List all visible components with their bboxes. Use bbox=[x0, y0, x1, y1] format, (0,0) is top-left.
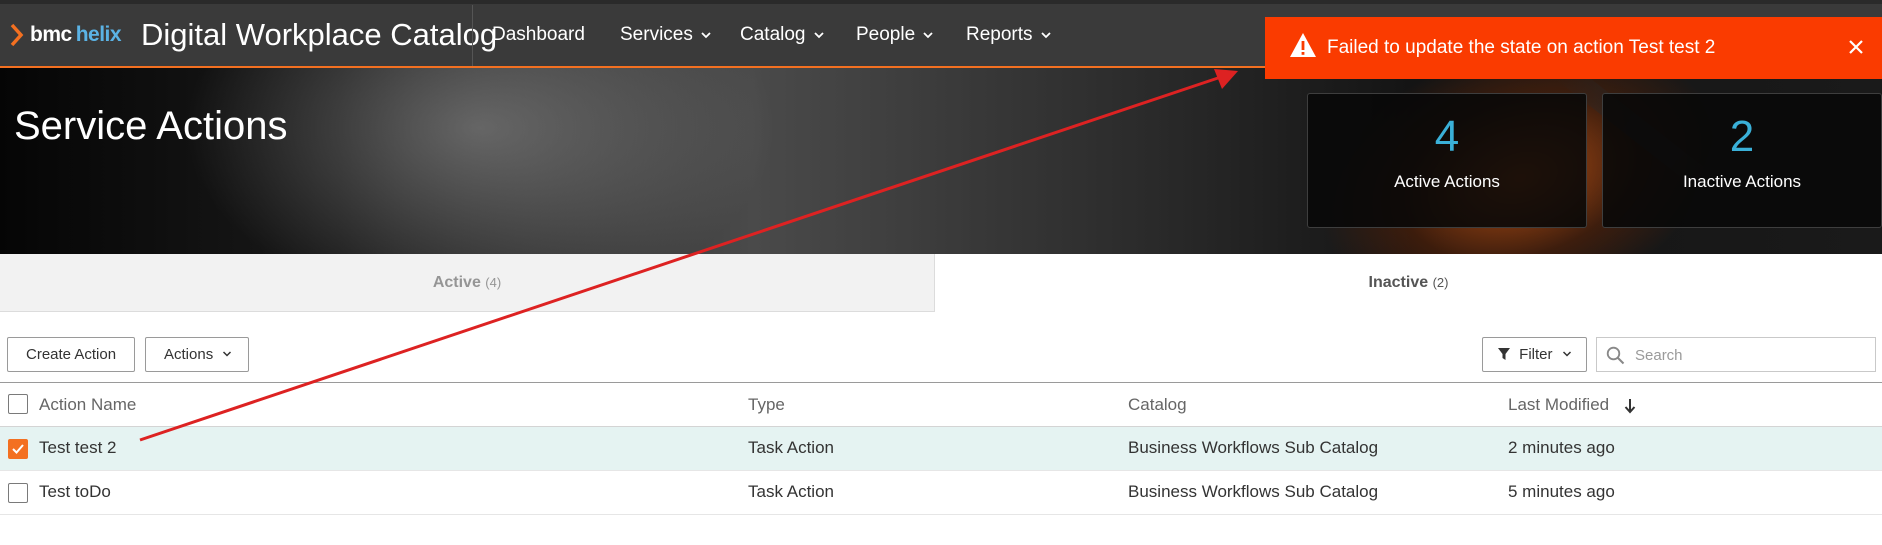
nav-reports-label: Reports bbox=[966, 24, 1033, 45]
nav-dashboard[interactable]: Dashboard bbox=[492, 24, 585, 46]
nav-catalog-menu[interactable]: Catalog bbox=[740, 24, 825, 46]
checkmark-icon bbox=[12, 444, 24, 454]
nav-dashboard-label: Dashboard bbox=[492, 24, 585, 45]
tab-active-count: (4) bbox=[485, 275, 502, 290]
tab-inactive-label: Inactive bbox=[1368, 274, 1429, 291]
nav-people-label: People bbox=[856, 24, 916, 45]
chevron-down-icon bbox=[923, 32, 933, 39]
column-header-action-name[interactable]: Action Name bbox=[39, 395, 136, 415]
error-toast: Failed to update the state on action Tes… bbox=[1265, 17, 1882, 79]
tab-active[interactable]: Active (4) bbox=[0, 254, 935, 312]
bmc-helix-logo[interactable]: bmc helix bbox=[10, 20, 122, 50]
nav-catalog-label: Catalog bbox=[740, 24, 806, 45]
tab-inactive[interactable]: Inactive (2) bbox=[935, 254, 1882, 312]
catalog-cell: Business Workflows Sub Catalog bbox=[1128, 482, 1379, 501]
column-header-last-modified[interactable]: Last Modified bbox=[1508, 395, 1609, 415]
chevron-down-icon bbox=[1562, 351, 1571, 357]
inactive-actions-count: 2 bbox=[1729, 112, 1755, 161]
top-edge-strip bbox=[0, 0, 1882, 4]
page-title: Service Actions bbox=[14, 104, 288, 148]
filter-label: Filter bbox=[1519, 346, 1553, 363]
nav-divider bbox=[472, 5, 473, 66]
nav-services-menu[interactable]: Services bbox=[620, 24, 712, 46]
search-input[interactable] bbox=[1633, 339, 1873, 372]
warning-icon bbox=[1290, 33, 1316, 57]
inactive-actions-card[interactable]: 2 Inactive Actions bbox=[1602, 93, 1882, 228]
active-actions-card[interactable]: 4 Active Actions bbox=[1307, 93, 1587, 228]
create-action-button[interactable]: Create Action bbox=[7, 337, 136, 372]
search-box[interactable] bbox=[1596, 337, 1876, 372]
app-title[interactable]: Digital Workplace Catalog bbox=[141, 17, 497, 53]
hero-banner bbox=[0, 68, 1882, 254]
nav-reports-menu[interactable]: Reports bbox=[966, 24, 1052, 46]
active-actions-label: Active Actions bbox=[1394, 172, 1500, 191]
filter-icon bbox=[1498, 348, 1510, 360]
toast-message: Failed to update the state on action Tes… bbox=[1327, 37, 1716, 58]
table-header: Action Name Type Catalog Last Modified bbox=[0, 382, 1882, 427]
table-row[interactable]: Test test 2 Task Action Business Workflo… bbox=[0, 427, 1882, 471]
action-name-cell[interactable]: Test test 2 bbox=[39, 438, 116, 458]
filter-button[interactable]: Filter bbox=[1482, 337, 1587, 372]
chevron-down-icon bbox=[813, 32, 824, 39]
row-checkbox[interactable] bbox=[8, 439, 28, 459]
type-cell: Task Action bbox=[748, 438, 834, 457]
table-row[interactable]: Test toDo Task Action Business Workflows… bbox=[0, 471, 1882, 515]
catalog-cell: Business Workflows Sub Catalog bbox=[1128, 438, 1379, 457]
nav-people-menu[interactable]: People bbox=[856, 24, 934, 46]
select-all-checkbox[interactable] bbox=[8, 394, 28, 414]
chevron-down-icon bbox=[701, 32, 711, 39]
chevron-down-icon bbox=[223, 351, 232, 357]
type-cell: Task Action bbox=[748, 482, 834, 501]
inactive-actions-label: Inactive Actions bbox=[1682, 172, 1802, 191]
nav-services-label: Services bbox=[620, 24, 693, 45]
actions-dropdown-button[interactable]: Actions bbox=[145, 337, 250, 372]
actions-dropdown-label: Actions bbox=[164, 346, 214, 363]
row-checkbox[interactable] bbox=[8, 483, 28, 503]
tab-inactive-count: (2) bbox=[1432, 275, 1449, 290]
column-header-catalog[interactable]: Catalog bbox=[1128, 395, 1187, 415]
tab-active-label: Active bbox=[432, 274, 481, 291]
last-modified-cell: 2 minutes ago bbox=[1508, 438, 1615, 457]
logo-bmc-text: bmc bbox=[30, 23, 72, 46]
bmc-logo-mark-icon bbox=[10, 23, 24, 47]
sort-descending-icon[interactable] bbox=[1623, 398, 1637, 414]
action-name-cell[interactable]: Test toDo bbox=[39, 482, 111, 502]
chevron-down-icon bbox=[1040, 32, 1051, 39]
logo-helix-text: helix bbox=[75, 23, 122, 46]
last-modified-cell: 5 minutes ago bbox=[1508, 482, 1615, 501]
close-icon[interactable] bbox=[1844, 35, 1868, 59]
column-header-type[interactable]: Type bbox=[748, 395, 785, 415]
active-actions-count: 4 bbox=[1434, 112, 1460, 161]
search-icon bbox=[1606, 346, 1625, 365]
